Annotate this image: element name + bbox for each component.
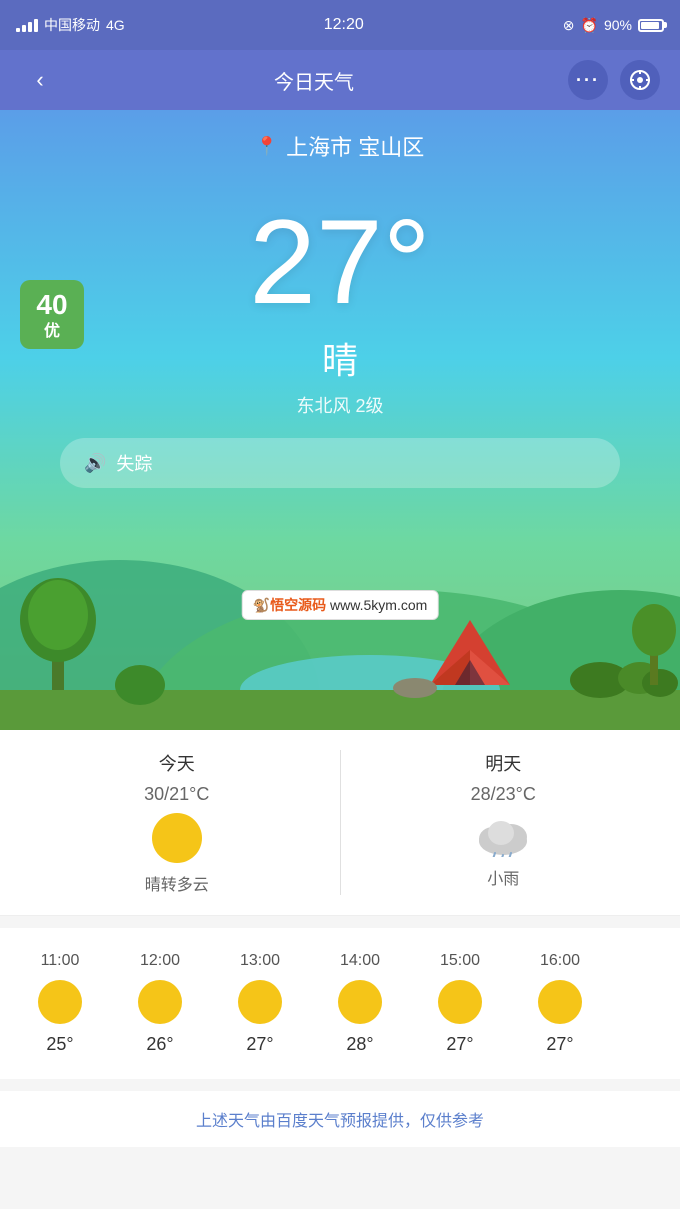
aqi-badge: 40 优 xyxy=(20,280,84,349)
hour-time: 12:00 xyxy=(140,952,180,970)
location-text: 上海市 宝山区 xyxy=(286,130,424,162)
hour-icon-sun xyxy=(538,980,582,1024)
battery-percent: 90% xyxy=(604,17,632,33)
hour-icon-sun xyxy=(38,980,82,1024)
hour-icon-sun xyxy=(138,980,182,1024)
hourly-section: 11:00 25° 12:00 26° 13:00 27° 14:00 28° … xyxy=(0,928,680,1079)
hour-temp: 25° xyxy=(46,1034,73,1055)
location-bar: 📍 上海市 宝山区 xyxy=(0,110,680,172)
tomorrow-label: 明天 xyxy=(485,750,521,776)
hour-temp: 27° xyxy=(246,1034,273,1055)
hour-icon-sun xyxy=(438,980,482,1024)
nav-bar: ‹ 今日天气 ··· xyxy=(0,50,680,110)
day-item-today: 今天 30/21°C 晴转多云 xyxy=(24,750,330,895)
hour-item-1400: 14:00 28° xyxy=(310,948,410,1059)
back-button[interactable]: ‹ xyxy=(20,60,60,100)
hour-temp: 28° xyxy=(346,1034,373,1055)
status-left: 中国移动 4G xyxy=(16,15,125,35)
hour-item-1200: 12:00 26° xyxy=(110,948,210,1059)
hour-icon-sun xyxy=(238,980,282,1024)
alarm-icon: ⏰ xyxy=(581,17,598,34)
hourly-scroll[interactable]: 11:00 25° 12:00 26° 13:00 27° 14:00 28° … xyxy=(0,948,680,1059)
watermark-url: www.5kym.com xyxy=(330,597,427,613)
today-weather-icon xyxy=(152,813,202,863)
target-button[interactable] xyxy=(620,60,660,100)
day-divider xyxy=(340,750,341,895)
more-button[interactable]: ··· xyxy=(568,60,608,100)
daily-forecast: 今天 30/21°C 晴转多云 明天 28/23°C 小雨 xyxy=(0,730,680,916)
status-right: ⊗ ⏰ 90% xyxy=(563,17,664,34)
alert-speaker-icon: 🔊 xyxy=(84,453,106,474)
alert-banner[interactable]: 🔊 失踪 xyxy=(60,438,620,488)
nav-actions: ··· xyxy=(568,60,660,100)
hour-item-1600: 16:00 27° xyxy=(510,948,610,1059)
today-label: 今天 xyxy=(159,750,195,776)
hour-item-1300: 13:00 27° xyxy=(210,948,310,1059)
day-item-tomorrow: 明天 28/23°C 小雨 xyxy=(351,750,657,895)
watermark-logo: 🐒悟空源码 xyxy=(253,597,326,613)
hour-icon-sun xyxy=(338,980,382,1024)
page-title: 今日天气 xyxy=(274,66,354,95)
location-pin-icon: 📍 xyxy=(256,136,278,157)
tomorrow-weather-icon xyxy=(473,813,533,857)
status-time: 12:20 xyxy=(324,16,364,34)
alert-text: 失踪 xyxy=(116,450,152,476)
hour-item-1500: 15:00 27° xyxy=(410,948,510,1059)
weather-description: 晴 xyxy=(0,332,680,384)
network: 4G xyxy=(106,17,125,33)
weather-hero: 📍 上海市 宝山区 40 优 27° 晴 东北风 2级 🔊 失踪 🐒悟空源码 w… xyxy=(0,110,680,730)
carrier: 中国移动 xyxy=(44,15,100,35)
hour-time: 16:00 xyxy=(540,952,580,970)
today-desc: 晴转多云 xyxy=(145,871,209,895)
hour-temp: 27° xyxy=(446,1034,473,1055)
temperature: 27° xyxy=(0,202,680,322)
bottom-text-content: 上述天气由百度天气预报提供，仅供参考 xyxy=(196,1113,484,1130)
aqi-number: 40 xyxy=(32,288,72,322)
hour-temp: 27° xyxy=(546,1034,573,1055)
wind-description: 东北风 2级 xyxy=(0,392,680,418)
lock-icon: ⊗ xyxy=(563,17,575,34)
hour-item-1100: 11:00 25° xyxy=(10,948,110,1059)
target-icon xyxy=(629,69,651,91)
aqi-label: 优 xyxy=(32,322,72,341)
tomorrow-desc: 小雨 xyxy=(487,865,519,889)
landscape-scene xyxy=(0,520,680,730)
hour-time: 14:00 xyxy=(340,952,380,970)
status-bar: 中国移动 4G 12:20 ⊗ ⏰ 90% xyxy=(0,0,680,50)
hour-time: 13:00 xyxy=(240,952,280,970)
temperature-section: 27° 晴 东北风 2级 xyxy=(0,172,680,418)
today-temp: 30/21°C xyxy=(144,784,209,805)
hour-time: 11:00 xyxy=(41,952,80,970)
bottom-text: 上述天气由百度天气预报提供，仅供参考 xyxy=(0,1091,680,1147)
signal-bars xyxy=(16,19,38,32)
watermark: 🐒悟空源码 www.5kym.com xyxy=(242,590,439,620)
battery-icon xyxy=(638,19,664,32)
tomorrow-temp: 28/23°C xyxy=(471,784,536,805)
hour-temp: 26° xyxy=(146,1034,173,1055)
hour-time: 15:00 xyxy=(440,952,480,970)
